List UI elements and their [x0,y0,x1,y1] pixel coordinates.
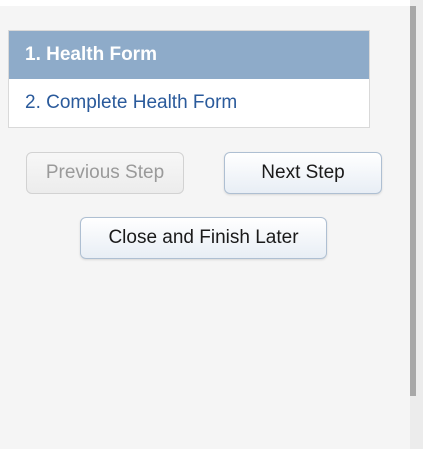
wizard-panel: 1. Health Form 2. Complete Health Form P… [0,0,410,449]
step-label: 2. Complete Health Form [25,92,238,113]
step-item-health-form[interactable]: 1. Health Form [9,31,369,79]
step-item-complete-health-form[interactable]: 2. Complete Health Form [9,79,369,127]
step-label: 1. Health Form [25,44,157,65]
close-and-finish-later-button[interactable]: Close and Finish Later [80,217,327,259]
next-step-button[interactable]: Next Step [224,152,382,194]
top-strip [0,0,410,6]
steps-list: 1. Health Form 2. Complete Health Form [8,30,370,128]
vertical-scrollbar[interactable] [410,0,423,449]
previous-step-button[interactable]: Previous Step [26,152,184,194]
scrollbar-thumb[interactable] [410,6,416,396]
